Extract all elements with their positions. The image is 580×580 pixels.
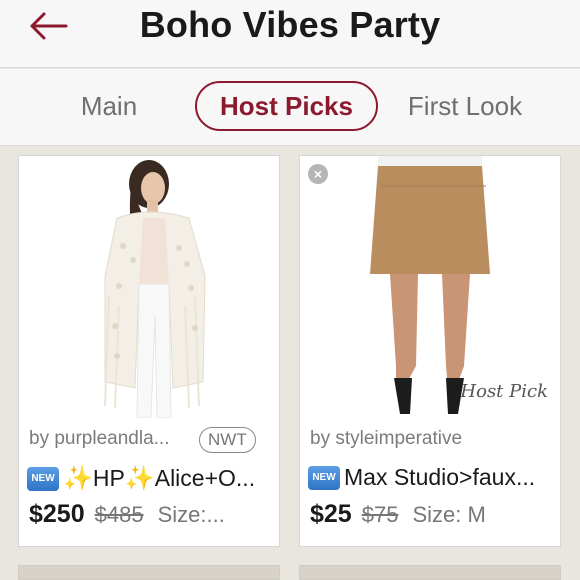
- condition-badge: NWT: [199, 427, 256, 453]
- seller-name[interactable]: by styleimperative: [310, 428, 462, 450]
- host-pick-label: Host Pick: [460, 381, 548, 402]
- sparkle-icon: ✨: [63, 465, 93, 492]
- tab-first-look[interactable]: First Look: [398, 81, 532, 131]
- sparkle-icon: ✨: [124, 465, 155, 492]
- size: Size: M: [412, 502, 486, 527]
- tab-host-picks[interactable]: Host Picks: [195, 81, 378, 131]
- price: $250: [29, 500, 85, 528]
- skirt-model-image: [300, 156, 560, 418]
- listing-title-text: Max Studio>faux...: [344, 464, 536, 490]
- page-title: Boho Vibes Party: [139, 4, 441, 45]
- model-kimono-image: [19, 156, 279, 418]
- listing-title-rest: Alice+O...: [154, 465, 256, 491]
- header-bar: Boho Vibes Party: [0, 0, 580, 68]
- price: $25: [310, 500, 352, 528]
- listing-title-text: HP: [92, 465, 125, 491]
- listing-image[interactable]: [19, 156, 279, 418]
- next-listing-card[interactable]: [299, 565, 561, 580]
- listing-image[interactable]: Host Pick: [300, 156, 560, 418]
- original-price: $75: [361, 502, 399, 527]
- price-row: $25 $75 Size: M: [310, 500, 486, 529]
- listing-card[interactable]: by purpleandla... NWT NEW ✨ HP ✨ Alice+O…: [18, 155, 280, 547]
- new-icon: NEW: [27, 466, 59, 491]
- tab-main[interactable]: Main: [62, 81, 156, 131]
- size: Size:...: [157, 502, 225, 527]
- seller-name[interactable]: by purpleandla...: [29, 428, 170, 450]
- tab-bar: Main Host Picks First Look: [0, 69, 580, 146]
- close-icon: ×: [313, 166, 323, 182]
- original-price: $485: [94, 502, 144, 527]
- remove-button[interactable]: ×: [308, 164, 328, 184]
- listing-card[interactable]: × Host Pick by styleimperative NEW Max S…: [299, 155, 561, 547]
- new-icon: NEW: [308, 465, 340, 490]
- listing-title[interactable]: NEW ✨ HP ✨ Alice+O...: [27, 464, 273, 493]
- listing-title[interactable]: NEW Max Studio>faux...: [308, 464, 554, 491]
- price-row: $250 $485 Size:...: [29, 500, 225, 529]
- next-listing-card[interactable]: [18, 565, 280, 580]
